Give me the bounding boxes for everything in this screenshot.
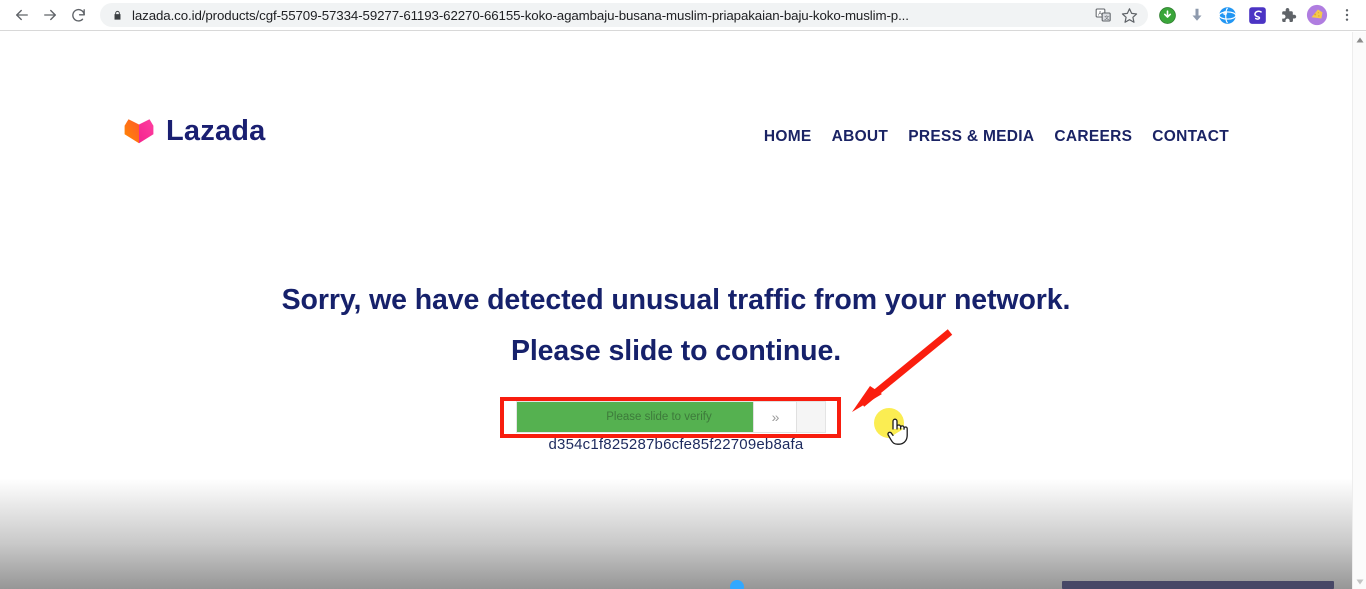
- browser-window: lazada.co.id/products/cgf-55709-57334-59…: [0, 0, 1366, 589]
- download-manager-icon[interactable]: [1152, 1, 1182, 29]
- red-arrow-annotation: [830, 328, 960, 414]
- page-title: Sorry, we have detected unusual traffic …: [0, 284, 1352, 368]
- hand-pointer-cursor: [884, 417, 910, 447]
- address-bar[interactable]: lazada.co.id/products/cgf-55709-57334-59…: [100, 3, 1148, 27]
- svg-text:A: A: [1098, 11, 1102, 17]
- captcha-hash-text: d354c1f825287b6cfe85f22709eb8afa: [548, 436, 804, 453]
- scroll-down-arrow-icon[interactable]: [1353, 575, 1366, 589]
- headline-line-1: Sorry, we have detected unusual traffic …: [281, 284, 1071, 316]
- reload-icon[interactable]: [64, 1, 92, 29]
- forward-arrow-icon[interactable]: [36, 1, 64, 29]
- translate-icon[interactable]: A 文: [1090, 4, 1116, 26]
- slide-to-verify-slider[interactable]: Please slide to verify »: [516, 401, 826, 433]
- script-extension-icon[interactable]: [1242, 1, 1272, 29]
- page-scrollbar[interactable]: [1352, 32, 1366, 589]
- puzzle-extensions-icon[interactable]: [1272, 1, 1302, 29]
- main-content: Sorry, we have detected unusual traffic …: [0, 32, 1352, 492]
- star-icon[interactable]: [1116, 4, 1142, 26]
- extension-icons: [1152, 1, 1366, 29]
- profile-avatar-icon[interactable]: [1302, 1, 1332, 29]
- back-arrow-icon[interactable]: [8, 1, 36, 29]
- url-text: lazada.co.id/products/cgf-55709-57334-59…: [132, 7, 909, 23]
- headline-line-2: Please slide to continue.: [510, 335, 842, 367]
- scroll-up-arrow-icon[interactable]: [1353, 33, 1366, 47]
- globe-browser-icon[interactable]: [1212, 1, 1242, 29]
- lock-icon: [112, 9, 123, 22]
- chrome-menu-icon[interactable]: [1332, 1, 1362, 29]
- slider-label: Please slide to verify: [606, 411, 712, 423]
- bottom-dark-bar: [1062, 581, 1334, 589]
- slider-handle[interactable]: »: [753, 401, 797, 433]
- page-viewport: Lazada HOME ABOUT PRESS & MEDIA CAREERS …: [0, 32, 1352, 589]
- browser-toolbar: lazada.co.id/products/cgf-55709-57334-59…: [0, 0, 1366, 31]
- blue-dot-marker: [730, 580, 744, 589]
- chevron-right-double-icon: »: [771, 409, 780, 425]
- download-arrow-icon[interactable]: [1182, 1, 1212, 29]
